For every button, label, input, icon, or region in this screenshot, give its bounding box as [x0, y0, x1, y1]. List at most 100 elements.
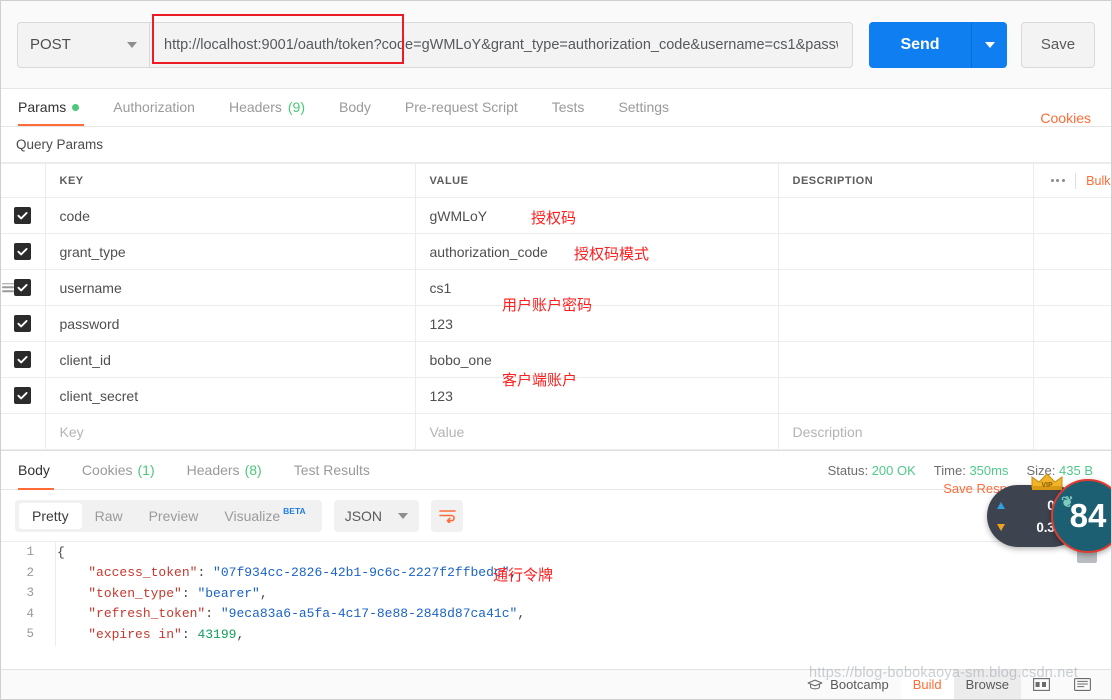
- wrap-lines-button[interactable]: [431, 499, 464, 532]
- save-button[interactable]: Save: [1021, 21, 1095, 68]
- response-tab-headers[interactable]: Headers (8): [171, 450, 278, 490]
- new-param-description[interactable]: Description: [778, 413, 1034, 450]
- response-tab-cookies[interactable]: Cookies (1): [66, 450, 171, 490]
- url-input[interactable]: [149, 21, 853, 68]
- code-lines: 1{2 "access_token": "07f934cc-2826-42b1-…: [1, 542, 1111, 645]
- param-actions: [1033, 197, 1111, 234]
- param-value[interactable]: cs1: [415, 269, 779, 306]
- param-description[interactable]: [778, 377, 1034, 414]
- two-pane-icon: [1033, 678, 1050, 691]
- response-tab-test-results[interactable]: Test Results: [278, 450, 386, 490]
- status-bar: Bootcamp Build Browse: [1, 669, 1111, 699]
- status-bar-right: Bootcamp Build Browse: [795, 669, 1103, 700]
- tab-body[interactable]: Body: [322, 88, 388, 126]
- row-checkbox[interactable]: [14, 315, 32, 333]
- table-row[interactable]: client_secret 123: [1, 377, 1111, 414]
- row-checkbox[interactable]: [14, 387, 32, 405]
- send-options-button[interactable]: [971, 21, 1007, 68]
- line-number: 5: [26, 627, 34, 642]
- param-actions: [1033, 305, 1111, 342]
- line-number: 1: [26, 545, 34, 560]
- tab-params[interactable]: Params: [15, 88, 96, 126]
- param-value[interactable]: gWMLoY: [415, 197, 779, 234]
- console-icon: [1074, 678, 1091, 691]
- tab-settings[interactable]: Settings: [601, 88, 686, 126]
- table-row[interactable]: code gWMLoY: [1, 197, 1111, 234]
- param-key[interactable]: grant_type: [45, 233, 416, 270]
- params-modified-dot-icon: [72, 103, 80, 111]
- param-key[interactable]: client_id: [45, 341, 416, 378]
- tab-authorization[interactable]: Authorization: [96, 88, 212, 126]
- table-row[interactable]: grant_type authorization_code: [1, 233, 1111, 270]
- build-button[interactable]: Build: [900, 669, 954, 699]
- row-checkbox[interactable]: [14, 351, 32, 369]
- beta-badge: BETA: [283, 505, 306, 516]
- table-header-row: KEY VALUE DESCRIPTION Bulk: [1, 163, 1111, 198]
- new-param-key[interactable]: Key: [45, 413, 416, 450]
- param-description[interactable]: [778, 269, 1034, 306]
- row-checkbox-cell: [1, 269, 46, 306]
- code-line-content: "token_type": "bearer",: [88, 585, 268, 601]
- new-param-value[interactable]: Value: [415, 413, 779, 450]
- annotation-access-token: 通行令牌: [493, 567, 554, 584]
- browse-button[interactable]: Browse: [953, 669, 1021, 699]
- code-line-content: "expires in": 43199,: [88, 626, 245, 642]
- param-key[interactable]: password: [45, 305, 416, 342]
- time-label: Time:: [933, 462, 966, 478]
- response-tab-headers-label: Headers: [186, 462, 240, 478]
- view-preview[interactable]: Preview: [136, 503, 212, 529]
- param-value[interactable]: 123: [415, 377, 779, 414]
- tab-tests[interactable]: Tests: [535, 88, 602, 126]
- time-group: Time: 350ms: [934, 463, 1009, 478]
- param-description[interactable]: [778, 305, 1034, 342]
- two-pane-layout-button[interactable]: [1021, 670, 1062, 700]
- view-pretty[interactable]: Pretty: [19, 502, 82, 529]
- param-description[interactable]: [778, 341, 1034, 378]
- param-description[interactable]: [778, 233, 1034, 270]
- bootcamp-button[interactable]: Bootcamp: [795, 670, 901, 700]
- param-value[interactable]: authorization_code: [415, 233, 779, 270]
- response-language-select[interactable]: JSON: [333, 499, 420, 532]
- view-raw[interactable]: Raw: [82, 503, 136, 529]
- tab-body-label: Body: [339, 99, 371, 115]
- line-number: 4: [26, 606, 34, 621]
- table-row[interactable]: password 123: [1, 305, 1111, 342]
- view-mode-group: Pretty Raw Preview Visualize BETA: [15, 499, 322, 532]
- view-visualize[interactable]: Visualize BETA: [211, 503, 317, 529]
- upload-arrow-icon: [997, 501, 1005, 509]
- chevron-down-icon: [398, 512, 409, 519]
- param-key[interactable]: client_secret: [45, 377, 416, 414]
- size-value: 435 B: [1059, 462, 1093, 478]
- vip-crown-icon: VIP: [1031, 473, 1063, 490]
- cookies-link[interactable]: Cookies: [1040, 110, 1097, 126]
- param-key[interactable]: username: [45, 269, 416, 306]
- more-options-icon[interactable]: [1050, 178, 1066, 183]
- http-method-select[interactable]: POST: [17, 21, 149, 68]
- bulk-edit-link[interactable]: Bulk: [1086, 174, 1110, 188]
- response-tab-body[interactable]: Body: [15, 450, 66, 490]
- line-number: 2: [26, 565, 34, 580]
- tab-headers[interactable]: Headers (9): [212, 88, 322, 126]
- param-description[interactable]: [778, 197, 1034, 234]
- send-button[interactable]: Send: [869, 21, 971, 68]
- param-value[interactable]: 123: [415, 305, 779, 342]
- table-row[interactable]: client_id bobo_one: [1, 341, 1111, 378]
- console-button[interactable]: [1062, 670, 1103, 700]
- row-checkbox[interactable]: [14, 243, 32, 261]
- response-body-code[interactable]: 1{2 "access_token": "07f934cc-2826-42b1-…: [1, 542, 1111, 646]
- param-value[interactable]: bobo_one: [415, 341, 779, 378]
- http-method-value: POST: [30, 36, 71, 53]
- query-params-table: KEY VALUE DESCRIPTION Bulk code gWMLoY g…: [1, 163, 1111, 450]
- param-actions: [1033, 377, 1111, 414]
- param-key[interactable]: code: [45, 197, 416, 234]
- response-language-value: JSON: [344, 507, 383, 524]
- status-group: Status: 200 OK: [828, 463, 916, 478]
- table-row-new[interactable]: Key Value Description: [1, 413, 1111, 450]
- response-tab-test-results-label: Test Results: [293, 462, 370, 478]
- tab-tests-label: Tests: [551, 99, 585, 115]
- row-checkbox[interactable]: [14, 207, 32, 225]
- row-checkbox[interactable]: [14, 279, 32, 297]
- row-drag-handle-icon[interactable]: [2, 282, 14, 293]
- tab-pre-request-script[interactable]: Pre-request Script: [388, 88, 535, 126]
- table-row[interactable]: username cs1: [1, 269, 1111, 306]
